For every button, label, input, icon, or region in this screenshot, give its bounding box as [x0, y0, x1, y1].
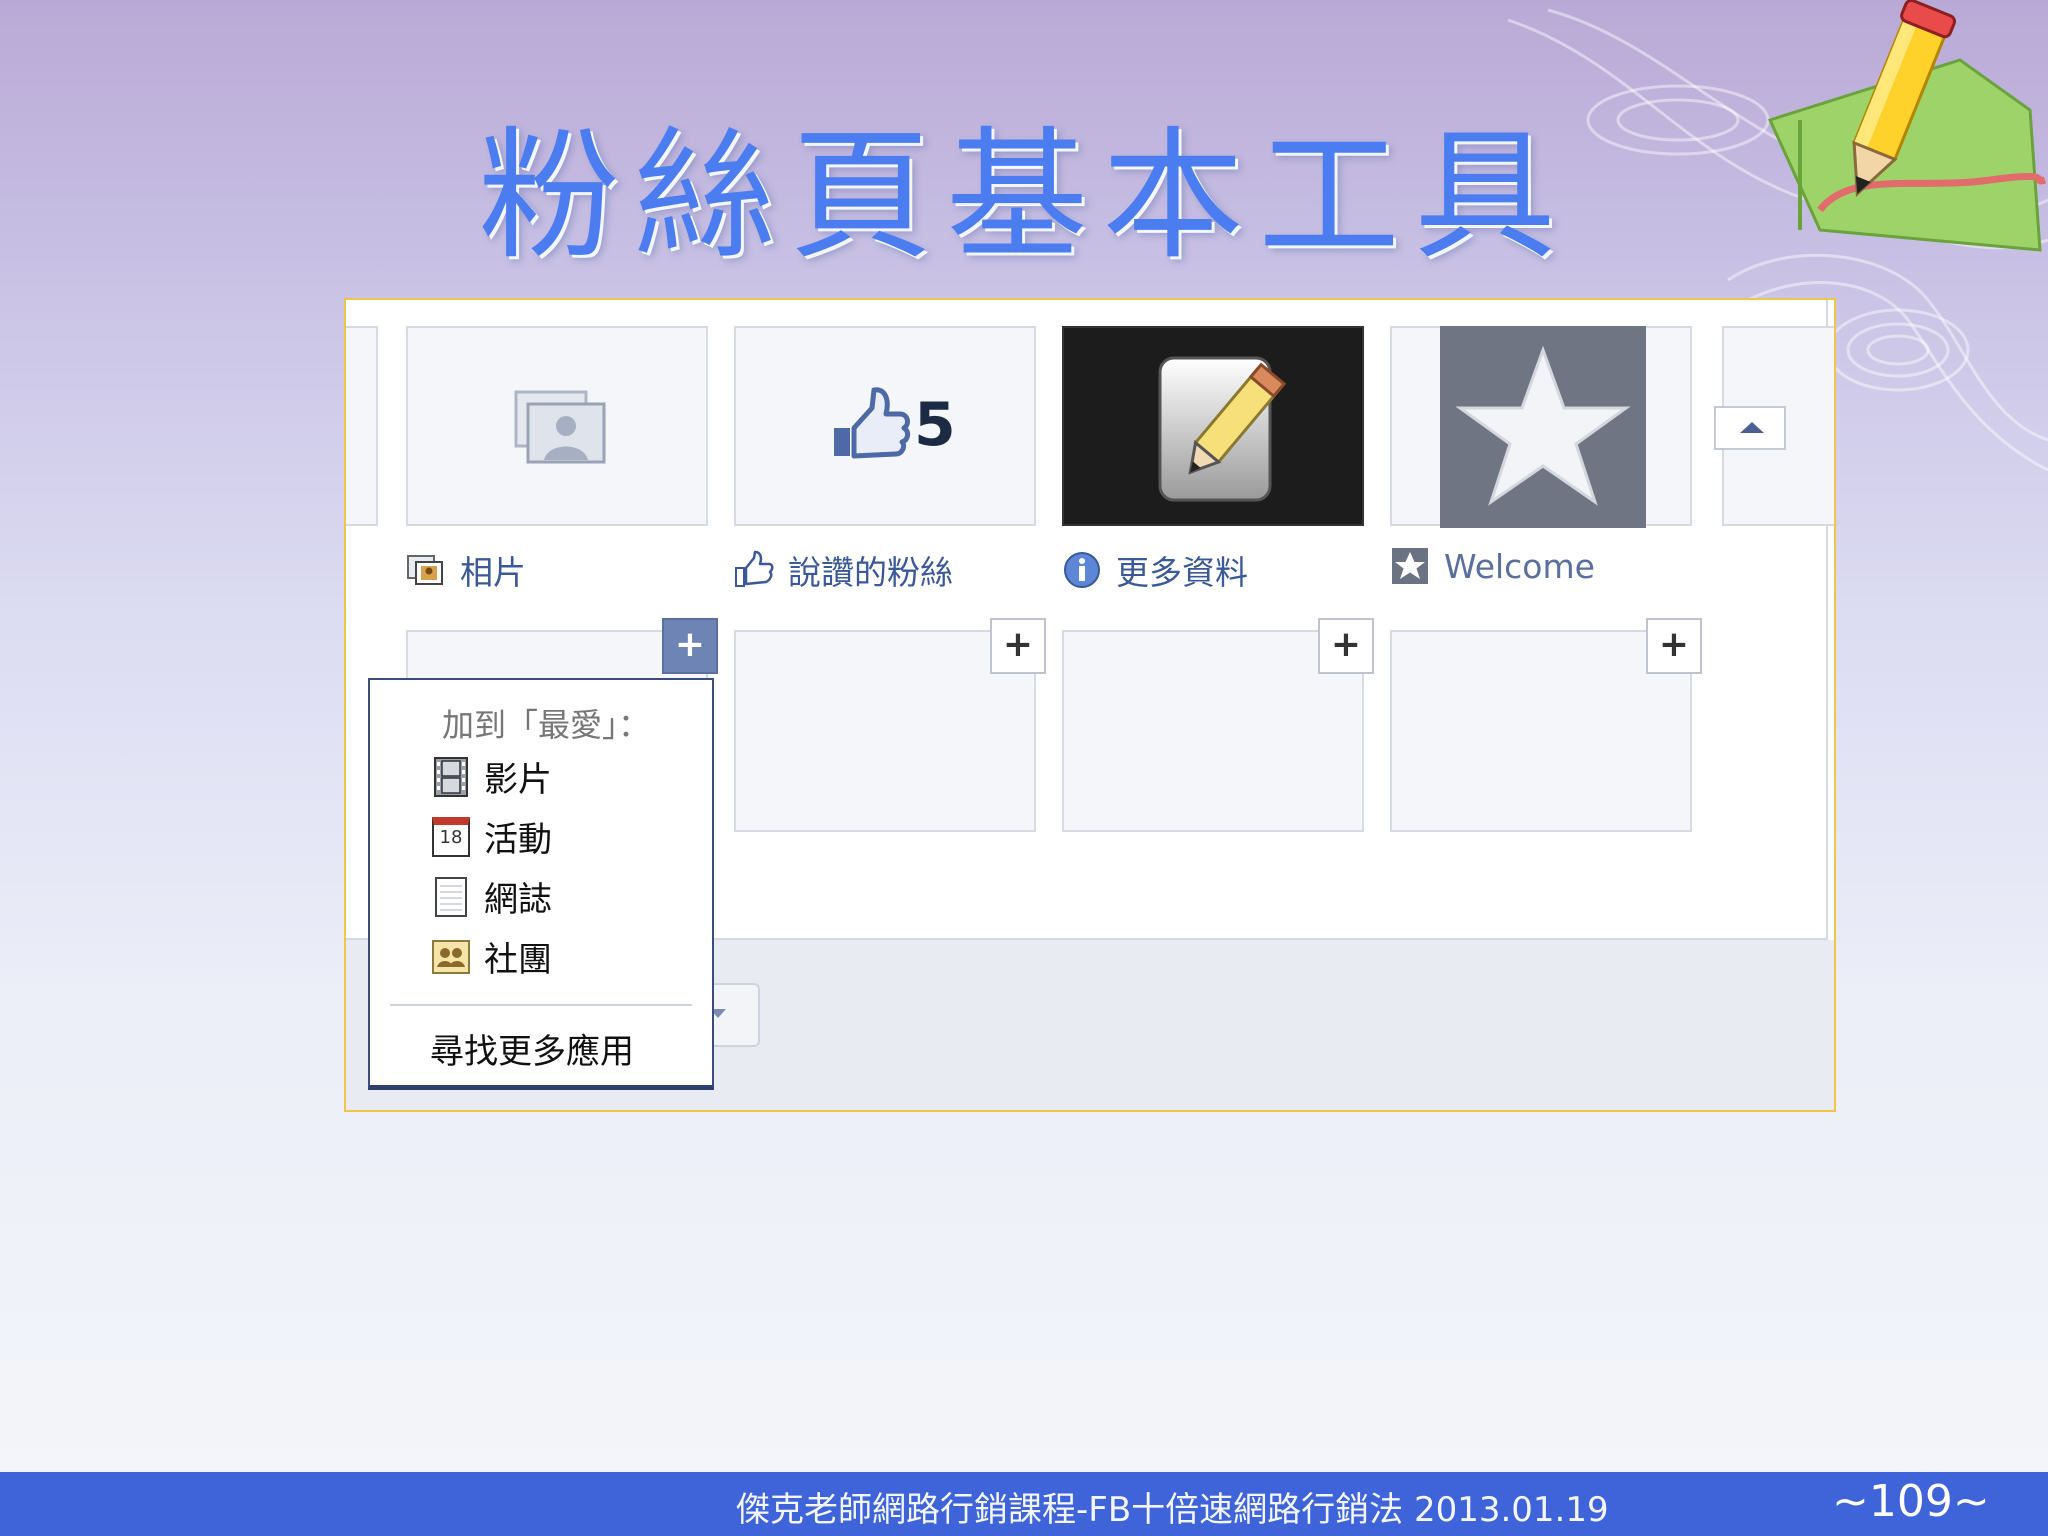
app-tile-likes[interactable]: 5	[734, 326, 1036, 526]
tile-label-likes[interactable]: 說讚的粉絲	[734, 546, 953, 594]
group-icon	[432, 939, 470, 974]
add-to-favorites-menu: 加到「最愛」： 影片 18 活動 網誌 社團 尋找更多應用	[368, 678, 714, 1090]
calendar-icon: 18	[432, 816, 470, 857]
add-app-button-3[interactable]: +	[1318, 618, 1374, 674]
add-app-button-4[interactable]: +	[1646, 618, 1702, 674]
tile-label-photos[interactable]: 相片	[406, 546, 526, 594]
photos-icon	[514, 390, 606, 464]
footer-bar: 傑克老師網路行銷課程-FB十倍速網路行銷法 2013.01.19 ~109~	[0, 1472, 2048, 1536]
menu-item-groups[interactable]: 社團	[432, 932, 552, 981]
star-icon	[1455, 345, 1631, 506]
menu-item-video[interactable]: 影片	[432, 752, 552, 801]
add-app-button-1[interactable]: +	[662, 618, 718, 674]
film-icon	[434, 756, 468, 797]
collapse-arrow-button[interactable]	[1714, 406, 1786, 450]
app-tile-more-info[interactable]	[1062, 326, 1364, 526]
menu-divider	[390, 1004, 692, 1006]
menu-item-events[interactable]: 18 活動	[432, 812, 552, 861]
notes-icon	[435, 876, 467, 917]
app-tile-welcome[interactable]	[1390, 326, 1692, 528]
facebook-screenshot: 5 相片 說讚的粉絲 更多資料 Welcome + + + + 加到「最愛」： …	[344, 298, 1836, 1112]
footer-course-text: 傑克老師網路行銷課程-FB十倍速網路行銷法 2013.01.19	[736, 1490, 1609, 1530]
tile-label-more-info[interactable]: 更多資料	[1062, 546, 1248, 594]
page-number: ~109~	[1832, 1476, 1990, 1527]
welcome-star-box	[1440, 326, 1646, 528]
info-icon	[1064, 552, 1100, 588]
like-thumb-icon	[834, 387, 911, 459]
star-small-icon	[1392, 548, 1428, 584]
app-tile-partial-left[interactable]	[346, 326, 378, 526]
like-small-icon	[735, 550, 774, 587]
slide-title: 粉絲頁基本工具	[478, 114, 1570, 279]
find-more-apps-link[interactable]: 尋找更多應用	[430, 1024, 634, 1073]
tile-label-welcome[interactable]: Welcome	[1390, 546, 1595, 586]
menu-item-notes[interactable]: 網誌	[432, 872, 552, 921]
photos-small-icon	[407, 555, 443, 585]
app-tile-photos[interactable]	[406, 326, 708, 526]
menu-header: 加到「最愛」：	[442, 706, 651, 744]
add-app-button-2[interactable]: +	[990, 618, 1046, 674]
pencil-clipart-icon	[1767, 0, 2047, 252]
like-count: 5	[914, 390, 956, 460]
edit-notepad-icon	[1158, 356, 1287, 502]
